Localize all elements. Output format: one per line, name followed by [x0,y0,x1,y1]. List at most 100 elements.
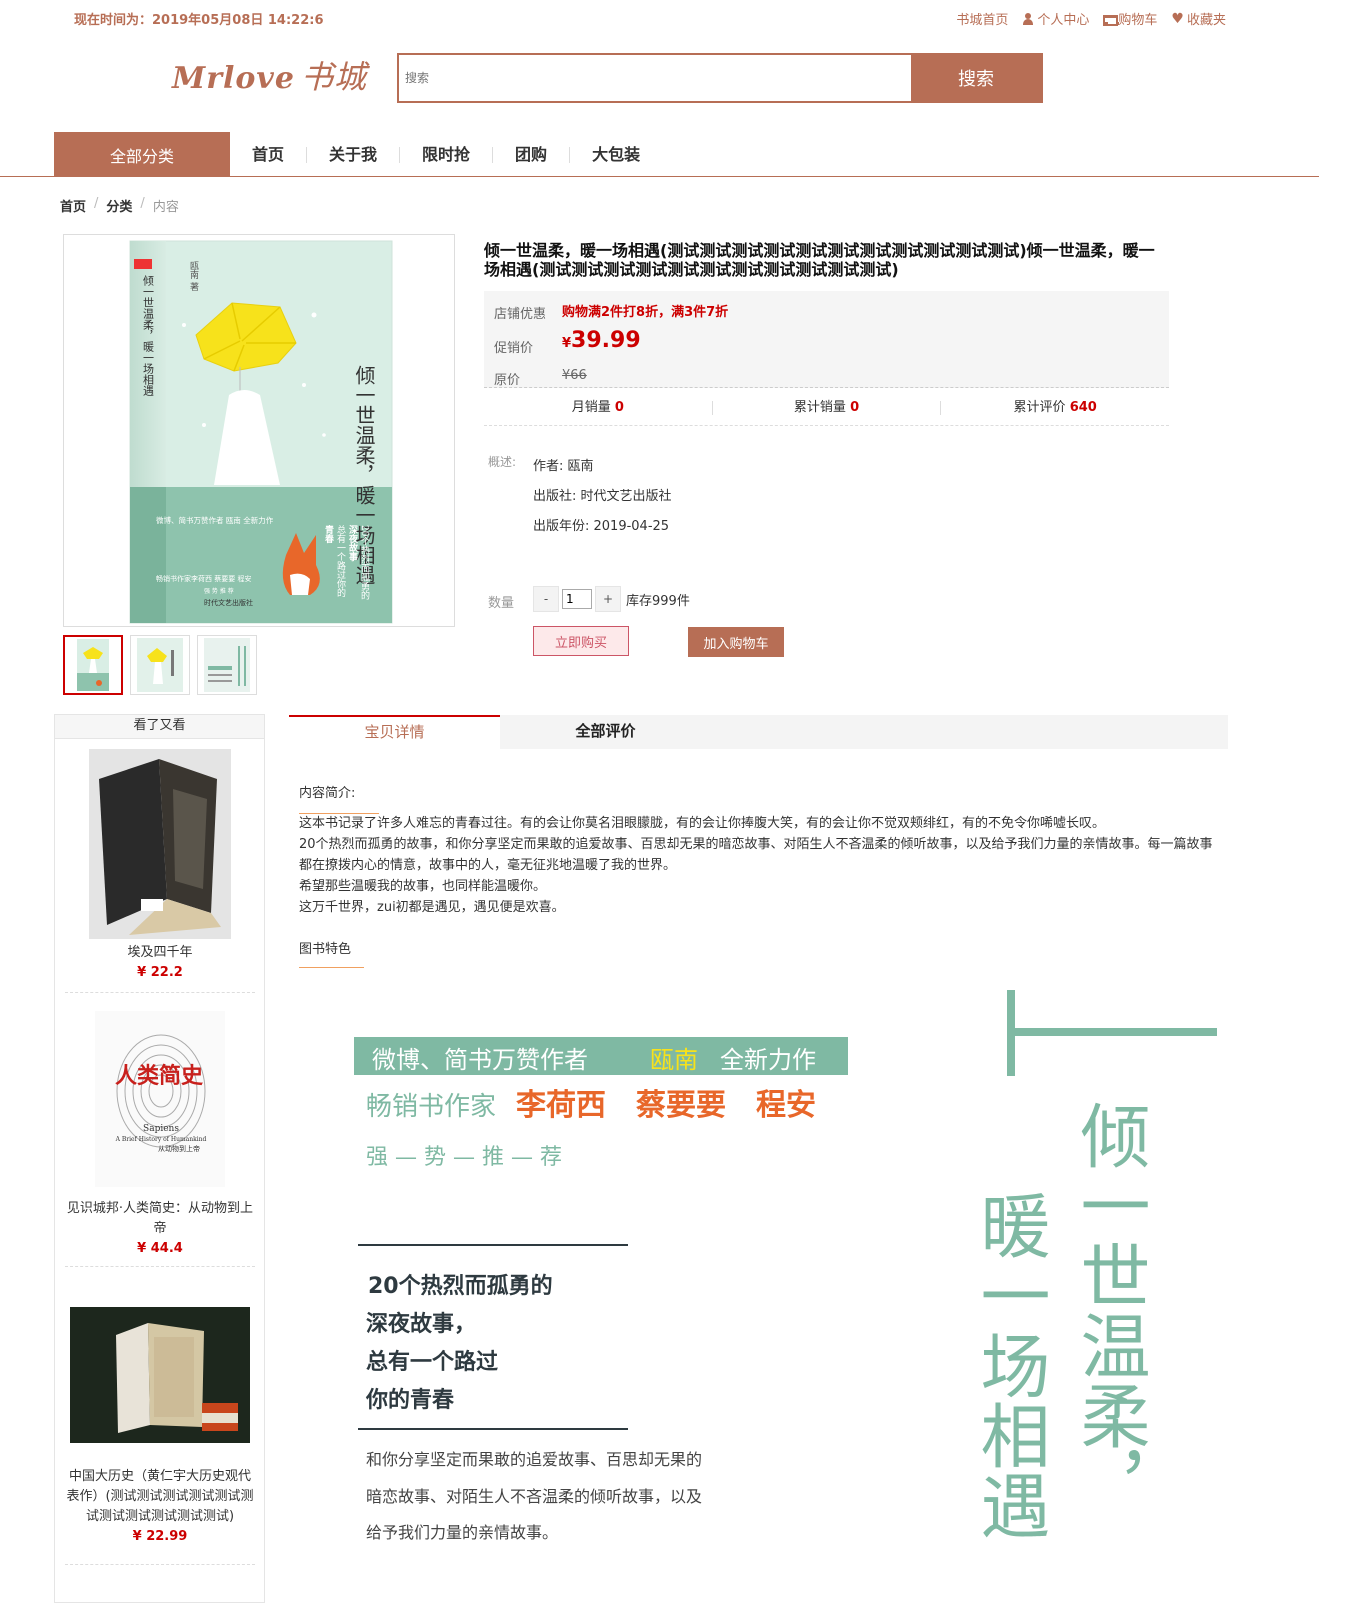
tab-reviews[interactable]: 全部评价 [500,715,711,749]
related-item-name: 中国大历史（黄仁宇大历史观代表作）(测试测试测试测试测试测试测试测试测试测试测试… [66,1469,254,1524]
quantity-input[interactable] [562,589,592,609]
cover-story-1: 20个热烈而孤勇的 [359,525,370,600]
product-title: 倾一世温柔，暖一场相遇(测试测试测试测试测试测试测试测试测试测试测试)倾一世温柔… [484,241,1155,279]
related-item[interactable]: 人类简史 Sapiens A Brief History of Humankin… [65,1011,255,1267]
related-item[interactable]: 中国大历史（黄仁宇大历史观代表作）(测试测试测试测试测试测试测试测试测试测试测试… [65,1305,255,1565]
sapiens-cover-en: Sapiens [143,1124,179,1134]
sales-stats: 月销量 0 累计销量 0 累计评价 640 [484,390,1169,426]
cart-icon [1103,13,1120,26]
logo-cn: 书城 [300,58,367,96]
price-label: 促销价 [494,341,534,356]
related-item-price: ¥ 22.99 [132,1529,188,1544]
breadcrumb-separator: / [94,196,99,211]
top-links: 书城首页 个人中心 购物车 ♥ 收藏夹 [956,9,1226,29]
quantity-minus-button[interactable]: - [533,586,559,612]
cart-link[interactable]: 购物车 [1103,9,1157,28]
cover-story-2: 深夜故事 [347,524,359,562]
sidebar-header: 看了又看 [55,715,264,739]
user-center-link[interactable]: 个人中心 [1022,9,1089,28]
user-icon [1022,12,1034,25]
current-time: 现在时间为：2019年05月08日 14:22:6 [74,13,324,28]
related-item-price: ¥ 44.4 [137,1241,183,1256]
related-item-image: 人类简史 Sapiens A Brief History of Humankin… [95,1011,225,1187]
monthly-sales-value: 0 [614,399,624,415]
home-link-label: 书城首页 [956,13,1009,28]
thumbnail-strip [63,635,257,695]
top-bar: 现在时间为：2019年05月08日 14:22:6 书城首页 个人中心 购物车 … [0,0,1348,34]
feature-rec-names: 李荷西 蔡要要 程安 [516,1088,816,1123]
related-sidebar: 看了又看 埃及四千年 ¥ 22.2 人类简史 Sapiens A Brief H… [54,714,265,1603]
breadcrumb-category[interactable]: 分类 [106,196,132,215]
author: 作者: 瓯南 [533,459,594,474]
thumbnail-1[interactable] [63,635,123,695]
promo-label: 店铺优惠 [494,307,547,322]
thumbnail-3[interactable] [197,635,257,695]
nav-item-bulk[interactable]: 大包装 [570,146,662,163]
sapiens-cover-title: 人类简史 [115,1063,204,1089]
orig-row: 原价 [494,369,520,388]
publish-year: 出版年份: 2019-04-25 [533,519,670,534]
tab-details[interactable]: 宝贝详情 [289,715,500,749]
cover-story-3: 总有一个路过你的 [335,524,346,598]
search-input[interactable] [399,55,911,101]
feature-rec-a: 畅销书作家 [366,1092,496,1122]
cover-recommend-2: 强 势 推 荐 [204,587,234,595]
feature-story-2: 深夜故事， [366,1311,476,1337]
total-reviews[interactable]: 累计评价 640 [941,399,1169,415]
favorites-label: 收藏夹 [1186,13,1226,28]
nav-item-flash-sale[interactable]: 限时抢 [400,146,494,163]
logo-en: Mrlove [172,61,295,96]
quantity-plus-button[interactable]: + [595,586,621,612]
monthly-sales: 月销量 0 [484,399,713,415]
publisher: 出版社: 时代文艺出版社 [533,489,672,504]
intro-paragraph: 希望那些温暖我的故事，也同样能温暖你。 [299,879,547,894]
related-item[interactable]: 埃及四千年 ¥ 22.2 [65,747,255,993]
feature-story-4: 你的青春 [365,1387,454,1413]
search-button[interactable]: 搜索 [911,55,1041,101]
intro-text: 这本书记录了许多人难忘的青春过往。有的会让你莫名泪眼朦胧，有的会让你捧腹大笑，有… [299,813,1214,918]
price-row: 促销价 [494,337,533,356]
promo-text: 购物满2件打8折，满3件7折 [562,305,729,320]
cover-recommend: 畅销书作家李荷西 蔡要要 程安 [156,574,251,583]
thumbnail-2[interactable] [130,635,190,695]
nav-items: 首页 关于我 限时抢 团购 大包装 [230,132,662,177]
feature-band-name: 瓯南 [650,1046,698,1074]
breadcrumb-home[interactable]: 首页 [60,196,86,215]
heart-icon: ♥ [1171,10,1184,27]
intro-paragraph: 20个热烈而孤勇的故事，和你分享坚定而果敢的追爱故事、百思却无果的暗恋故事、对陌… [299,837,1213,873]
nav-item-home[interactable]: 首页 [230,146,308,163]
quantity-stepper: - + 库存999件 [533,586,690,612]
features-title: 图书特色 [299,942,352,957]
total-sales: 累计销量 0 [713,399,942,415]
related-item-image [70,1307,250,1443]
promo-row: 店铺优惠 [494,303,546,322]
detail-tabs: 宝贝详情 全部评价 [289,715,1228,749]
site-logo[interactable]: Mrlove 书城 [172,52,367,98]
main-nav: 全部分类 首页 关于我 限时抢 团购 大包装 [0,132,1319,177]
user-center-label: 个人中心 [1037,13,1090,28]
intro-paragraph: 这万千世界，zui初都是遇见，遇见便是欢喜。 [299,900,565,915]
nav-item-group-buy[interactable]: 团购 [493,146,571,163]
sapiens-cover-sub: A Brief History of Humankind [115,1136,207,1143]
product-main-image[interactable]: 倾一世温柔，暖一场相遇 倾一世温柔，暖一场相遇 瓯南 著 微博、简书万赞作者 瓯… [63,234,455,627]
cover-publisher: 时代文艺出版社 [204,598,253,607]
related-item-name: 见识城邦·人类简史：从动物到上帝 [66,1201,254,1236]
related-item-name: 埃及四千年 [127,945,193,960]
total-sales-label: 累计销量 [793,399,846,415]
cover-story-4: 青春 [323,524,335,544]
nav-item-about[interactable]: 关于我 [307,146,401,163]
add-to-cart-button[interactable]: 加入购物车 [688,627,784,657]
home-link[interactable]: 书城首页 [956,9,1008,28]
sapiens-cover-sub2: 从动物到上帝 [158,1144,200,1153]
feature-para-1: 和你分享坚定而果敢的追爱故事、百思却无果的 [366,1450,702,1469]
all-categories-button[interactable]: 全部分类 [54,132,230,177]
favorites-link[interactable]: ♥ 收藏夹 [1171,9,1226,29]
price-value: 39.99 [571,328,641,353]
cover-band: 微博、简书万赞作者 瓯南 全新力作 [156,515,274,525]
original-price: ¥66 [562,368,587,383]
book-feature-image: 微博、简书万赞作者 瓯南 全新力作 畅销书作家 李荷西 蔡要要 程安 强 — 势… [354,990,1217,1542]
buy-now-button[interactable]: 立即购买 [533,626,629,656]
total-reviews-value: 640 [1069,399,1097,415]
book-cover-image: 倾一世温柔，暖一场相遇 倾一世温柔，暖一场相遇 瓯南 著 微博、简书万赞作者 瓯… [129,240,393,624]
orig-label: 原价 [494,373,521,388]
